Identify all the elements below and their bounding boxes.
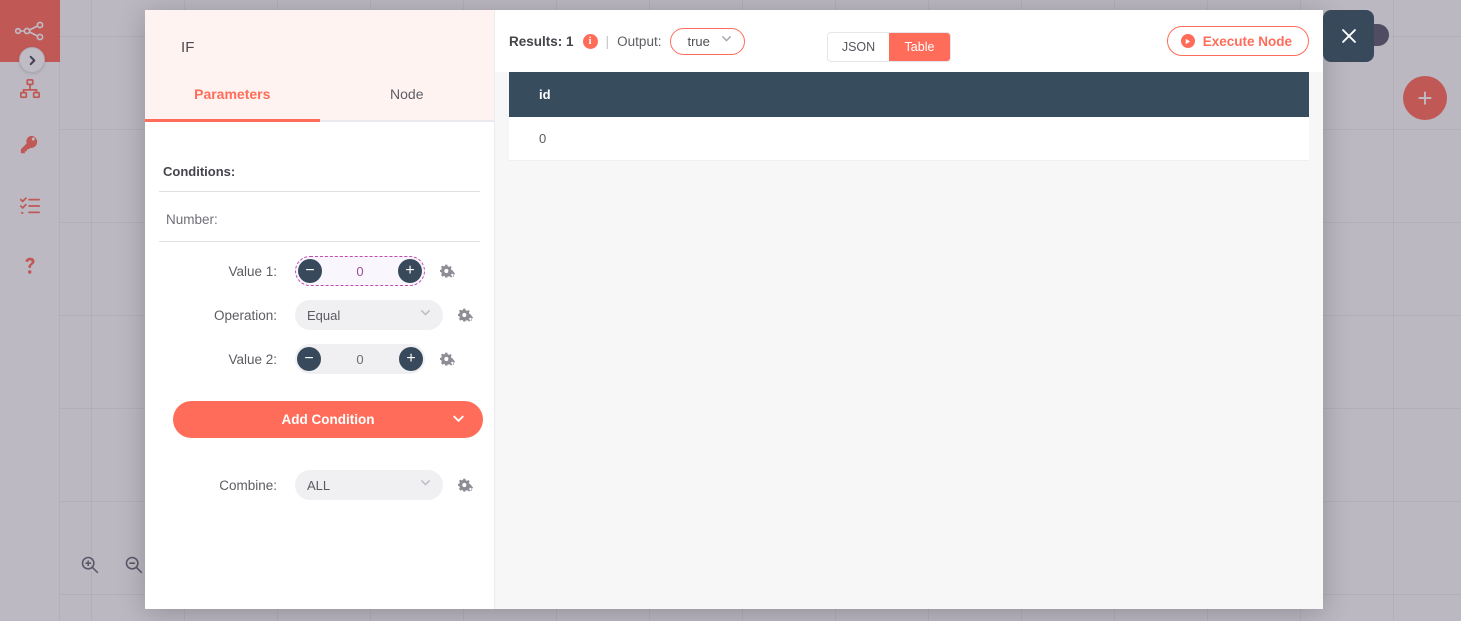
chevron-down-icon <box>419 306 432 324</box>
operation-label: Operation: <box>213 307 277 323</box>
value-2-input[interactable]: 0 <box>321 352 399 367</box>
operation-control: Equal <box>295 300 475 330</box>
tab-parameters[interactable]: Parameters <box>145 76 320 122</box>
plus-icon: + <box>406 350 416 367</box>
parameters-tabs: Parameters Node <box>145 76 494 122</box>
row-value-2: Value 2: − 0 + <box>159 344 480 374</box>
condition-group-divider <box>159 241 480 242</box>
value-1-options-button[interactable] <box>439 263 457 280</box>
value-2-options-button[interactable] <box>439 351 457 368</box>
combine-control: ALL <box>295 470 475 500</box>
output-table-wrapper: id 0 <box>509 72 1309 161</box>
condition-group-label: Number: <box>166 212 218 227</box>
cell-id: 0 <box>509 117 1309 161</box>
node-detail-view: IF Parameters Node Conditions: Number: V… <box>145 10 1323 609</box>
add-condition-button[interactable]: Add Condition <box>173 401 483 438</box>
value-1-input[interactable]: 0 <box>322 264 398 279</box>
tab-node-label: Node <box>390 86 424 102</box>
view-mode-table[interactable]: Table <box>889 33 950 61</box>
execute-node-button[interactable]: Execute Node <box>1166 26 1309 56</box>
parameters-panel: IF Parameters Node Conditions: Number: V… <box>145 10 495 609</box>
tab-node[interactable]: Node <box>319 76 495 122</box>
plus-icon: + <box>405 262 415 279</box>
info-icon[interactable]: i <box>582 33 598 49</box>
chevron-down-icon <box>720 32 733 50</box>
combine-select[interactable]: ALL <box>295 470 443 500</box>
output-table: id 0 <box>509 72 1309 161</box>
operation-options-button[interactable] <box>457 307 475 324</box>
output-branch-value: true <box>687 33 710 49</box>
value-2-stepper[interactable]: − 0 + <box>295 344 425 374</box>
value-1-control: − 0 + <box>295 256 457 286</box>
parameters-panel-header: IF Parameters Node <box>145 10 494 122</box>
execute-node-label: Execute Node <box>1202 33 1292 49</box>
conditions-label: Conditions: <box>163 164 236 179</box>
row-operation: Operation: Equal <box>159 300 480 330</box>
combine-value: ALL <box>307 477 331 493</box>
output-panel: Results: 1 i | Output: true JSON Table E… <box>495 10 1323 609</box>
value-1-increment-button[interactable]: + <box>398 259 422 283</box>
chevron-down-icon <box>419 476 432 494</box>
value-2-increment-button[interactable]: + <box>399 347 423 371</box>
gear-options-icon <box>458 478 473 492</box>
header-separator: | <box>605 33 610 49</box>
row-value-1: Value 1: − 0 + <box>159 256 480 286</box>
operation-value: Equal <box>307 307 341 323</box>
table-header-row: id <box>509 72 1309 117</box>
value-1-stepper[interactable]: − 0 + <box>295 256 425 286</box>
tab-parameters-label: Parameters <box>194 86 271 102</box>
close-ndv-button[interactable] <box>1323 10 1374 62</box>
chevron-down-icon <box>451 411 466 429</box>
output-branch-select[interactable]: true <box>670 27 745 55</box>
value-2-control: − 0 + <box>295 344 457 374</box>
combine-label: Combine: <box>219 477 277 493</box>
node-title: IF <box>181 39 195 56</box>
gear-options-icon <box>440 264 455 278</box>
parameters-body: Conditions: Number: Value 1: − 0 + Opera… <box>145 164 494 500</box>
conditions-divider <box>159 191 480 192</box>
value-2-decrement-button[interactable]: − <box>297 347 321 371</box>
value-2-label: Value 2: <box>228 351 277 367</box>
close-icon <box>1341 29 1356 43</box>
operation-select[interactable]: Equal <box>295 300 443 330</box>
output-table-body: 0 <box>509 117 1309 161</box>
column-header-id[interactable]: id <box>509 72 1309 117</box>
minus-icon: − <box>304 350 314 367</box>
value-1-decrement-button[interactable]: − <box>298 259 322 283</box>
output-label: Output: <box>617 33 662 49</box>
add-condition-label: Add Condition <box>281 412 375 427</box>
row-combine: Combine: ALL <box>159 470 480 500</box>
output-panel-header: Results: 1 i | Output: true JSON Table E… <box>495 10 1323 72</box>
info-icon-glyph: i <box>588 35 592 47</box>
output-table-head: id <box>509 72 1309 117</box>
value-1-label: Value 1: <box>228 263 277 279</box>
results-count: Results: 1 <box>509 33 574 49</box>
view-mode-toggle: JSON Table <box>827 32 951 62</box>
app-root: + IF Parameters Node Conditions: Number:… <box>0 0 1461 621</box>
view-mode-json[interactable]: JSON <box>828 33 889 61</box>
minus-icon: − <box>305 262 315 279</box>
gear-options-icon <box>458 308 473 322</box>
combine-options-button[interactable] <box>457 477 475 494</box>
table-row: 0 <box>509 117 1309 161</box>
gear-options-icon <box>440 352 455 366</box>
play-icon <box>1180 34 1195 48</box>
